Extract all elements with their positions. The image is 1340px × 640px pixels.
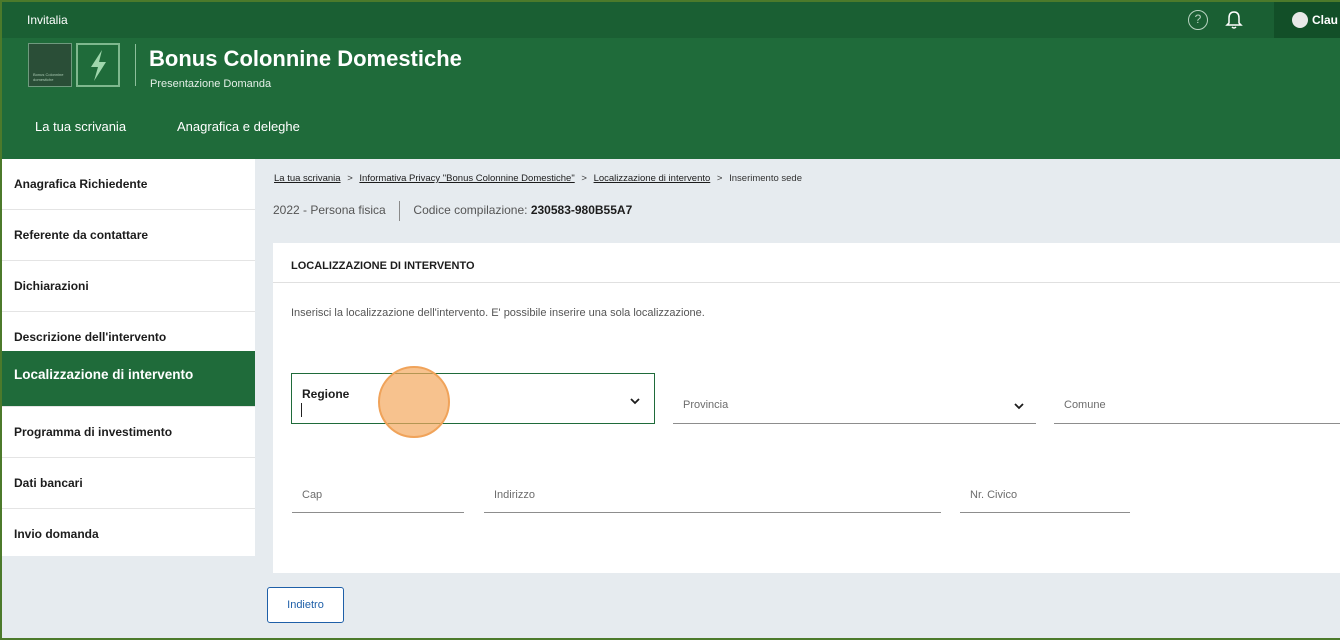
civico-label: Nr. Civico — [970, 489, 1018, 501]
sidebar-item-label: Programma di investimento — [14, 425, 173, 439]
header: Invitalia ? Clau Bonus Colonnine domesti… — [2, 2, 1340, 159]
chevron-down-icon[interactable] — [630, 396, 640, 406]
breadcrumb-link-privacy[interactable]: Informativa Privacy "Bonus Colonnine Dom… — [359, 173, 574, 184]
nav-tab-anagrafica[interactable]: Anagrafica e deleghe — [177, 119, 300, 134]
logo-divider — [135, 44, 136, 86]
nav-tab-scrivania[interactable]: La tua scrivania — [35, 119, 126, 134]
sidebar-item-dati-bancari[interactable]: Dati bancari — [2, 458, 255, 509]
civico-input[interactable]: Nr. Civico — [960, 479, 1130, 513]
provincia-select[interactable]: Provincia — [673, 383, 1036, 424]
cap-input[interactable]: Cap — [292, 479, 464, 513]
help-icon[interactable]: ? — [1188, 10, 1208, 30]
user-avatar-icon — [1292, 12, 1308, 28]
user-name: Clau — [1312, 13, 1339, 27]
program-logo-text: Bonus Colonnine domestiche — [33, 72, 64, 82]
sidebar-item-label: Dati bancari — [14, 476, 83, 490]
sidebar-item-anagrafica-richiedente[interactable]: Anagrafica Richiedente — [2, 159, 255, 210]
application-meta: 2022 - Persona fisica Codice compilazion… — [273, 201, 632, 221]
field-underline — [292, 512, 464, 513]
click-indicator — [378, 366, 450, 438]
comune-label: Comune — [1064, 399, 1106, 411]
app-frame: Invitalia ? Clau Bonus Colonnine domesti… — [0, 0, 1340, 640]
lightning-icon — [91, 50, 106, 81]
card-divider — [273, 282, 1340, 283]
code-value: 230583-980B55A7 — [530, 203, 633, 218]
sidebar-item-programma[interactable]: Programma di investimento — [2, 407, 255, 458]
card-title: LOCALIZZAZIONE DI INTERVENTO — [291, 260, 475, 272]
sidebar-item-label: Referente da contattare — [14, 228, 149, 242]
regione-label: Regione — [302, 387, 350, 401]
program-logo: Bonus Colonnine domestiche — [28, 43, 72, 87]
bell-icon[interactable] — [1224, 9, 1244, 31]
field-underline — [484, 512, 941, 513]
lightning-logo — [76, 43, 120, 87]
code-label: Codice compilazione: — [413, 203, 528, 218]
year-type: 2022 - Persona fisica — [273, 203, 386, 218]
sidebar-item-label: Localizzazione di intervento — [14, 367, 194, 382]
sidebar-item-invio-domanda[interactable]: Invio domanda — [2, 509, 255, 560]
back-button[interactable]: Indietro — [267, 587, 344, 623]
top-strip: Invitalia ? Clau — [2, 2, 1340, 38]
breadcrumb-link-scrivania[interactable]: La tua scrivania — [274, 173, 341, 184]
chevron-down-icon[interactable] — [1014, 401, 1024, 411]
card-description: Inserisci la localizzazione dell'interve… — [291, 307, 705, 319]
sidebar-item-label: Dichiarazioni — [14, 279, 89, 293]
regione-select[interactable]: Regione — [291, 373, 655, 424]
breadcrumb-separator: > — [716, 173, 723, 184]
meta-divider — [399, 201, 401, 221]
page-subtitle: Presentazione Domanda — [150, 78, 272, 90]
field-underline — [673, 423, 1036, 424]
user-menu[interactable]: Clau — [1274, 2, 1340, 38]
breadcrumb-current: Inserimento sede — [729, 173, 802, 184]
sidebar-item-referente[interactable]: Referente da contattare — [2, 210, 255, 261]
breadcrumb-separator: > — [581, 173, 587, 184]
indirizzo-label: Indirizzo — [494, 489, 535, 501]
breadcrumb: La tua scrivania > Informativa Privacy "… — [274, 173, 802, 184]
text-cursor — [301, 403, 302, 417]
sidebar-item-label: Anagrafica Richiedente — [14, 177, 148, 191]
sidebar-item-localizzazione[interactable]: Localizzazione di intervento — [2, 351, 255, 407]
breadcrumb-link-localizzazione[interactable]: Localizzazione di intervento — [594, 173, 711, 184]
field-underline — [1054, 423, 1340, 424]
sidebar-item-dichiarazioni[interactable]: Dichiarazioni — [2, 261, 255, 312]
provincia-label: Provincia — [683, 399, 729, 411]
comune-input[interactable]: Comune — [1054, 383, 1340, 424]
brand-name[interactable]: Invitalia — [27, 13, 68, 27]
indirizzo-input[interactable]: Indirizzo — [484, 479, 941, 513]
sidebar: Anagrafica Richiedente Referente da cont… — [2, 159, 255, 556]
sidebar-item-label: Invio domanda — [14, 527, 99, 541]
breadcrumb-separator: > — [347, 173, 353, 184]
cap-label: Cap — [302, 489, 323, 501]
page-title: Bonus Colonnine Domestiche — [149, 46, 462, 71]
sidebar-item-label: Descrizione dell'intervento — [14, 330, 167, 344]
field-underline — [960, 512, 1130, 513]
